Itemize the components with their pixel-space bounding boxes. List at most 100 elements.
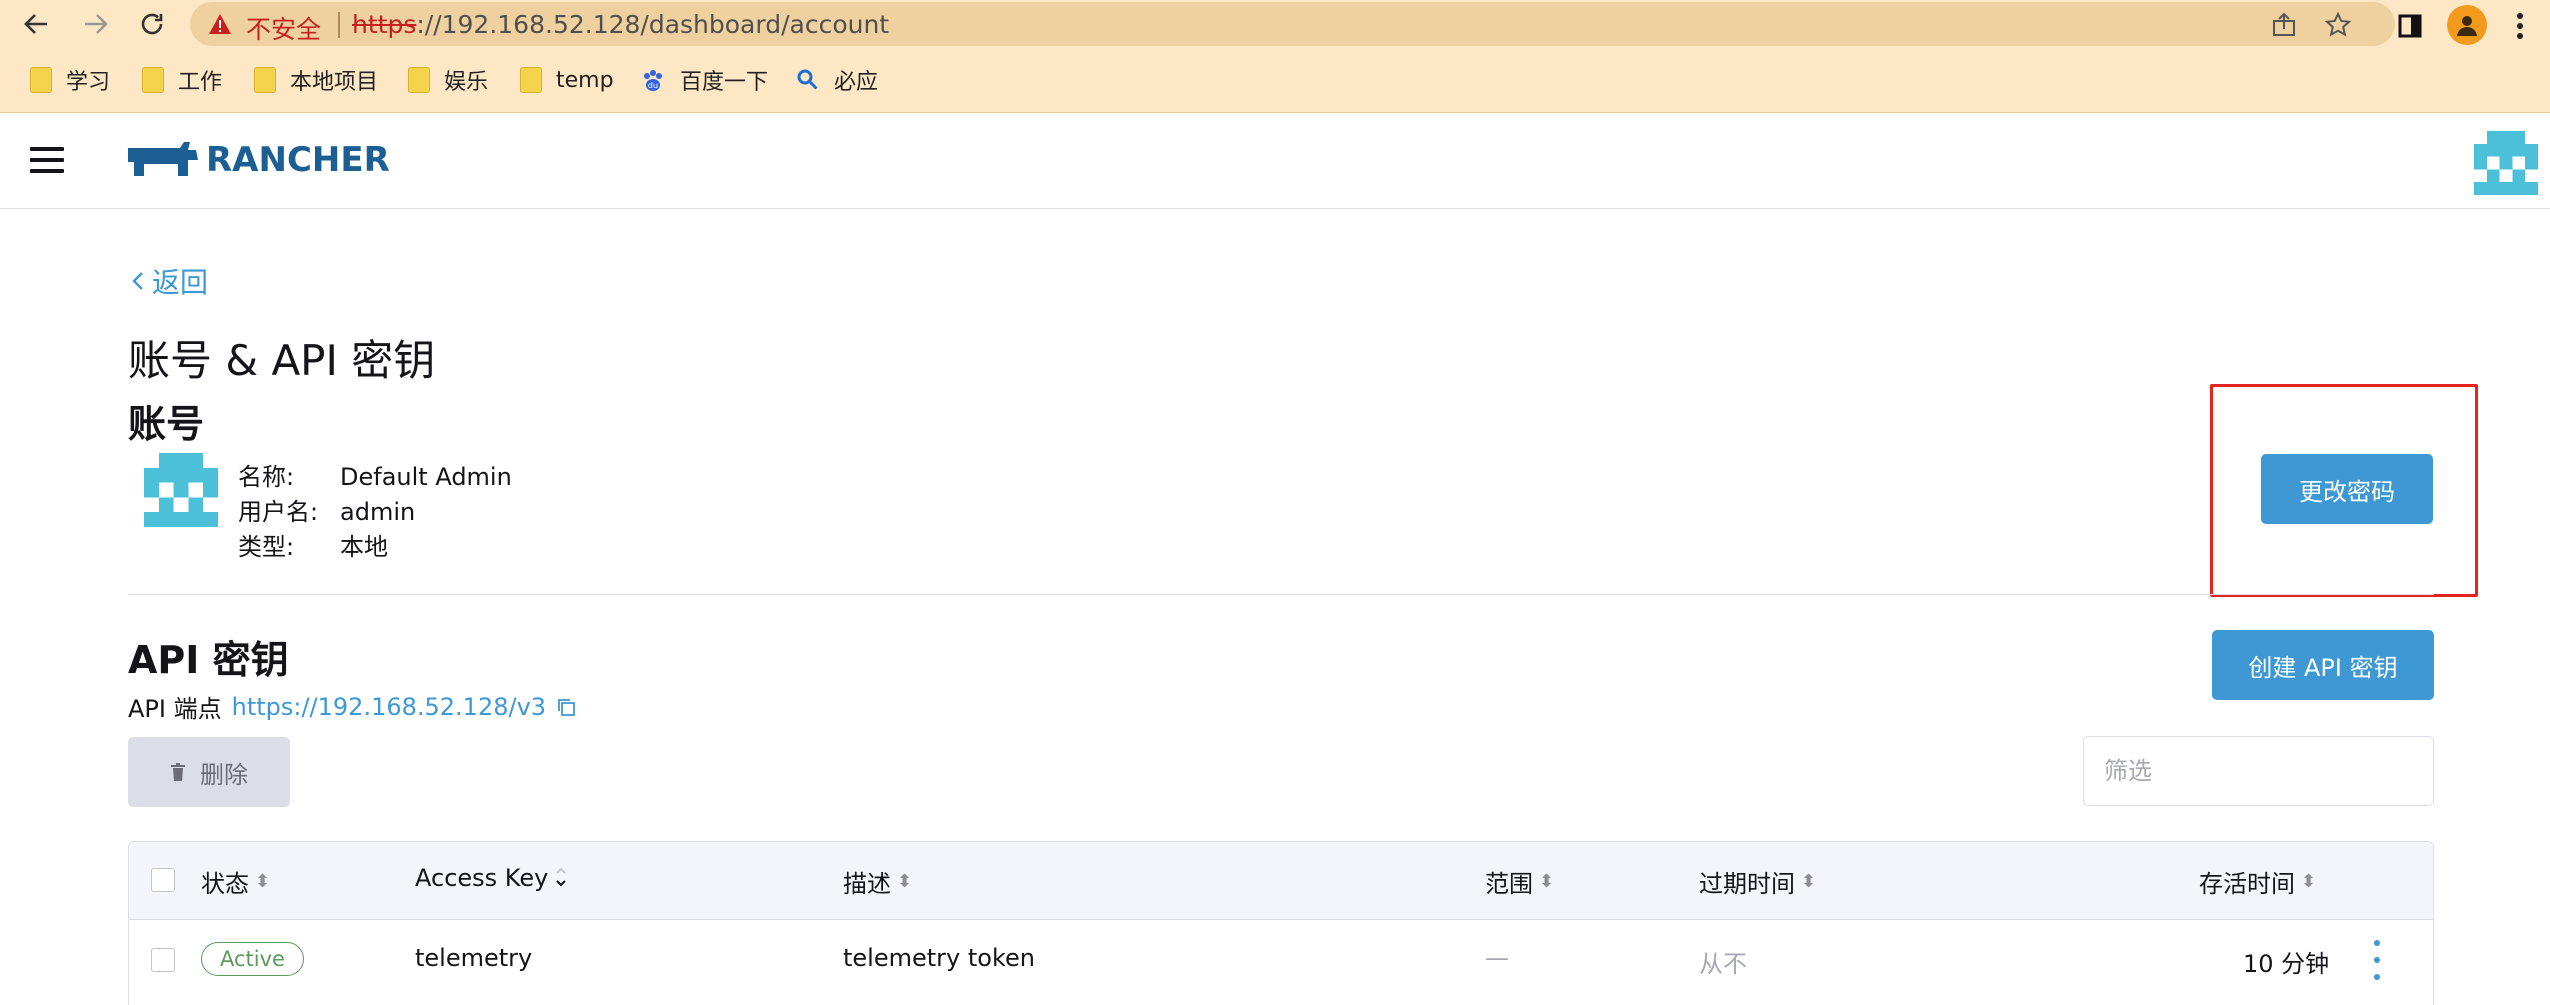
chevron-left-icon <box>132 272 143 290</box>
account-name-row: 名称: Default Admin <box>238 457 512 492</box>
column-header-label: Access Key <box>415 864 549 892</box>
column-header-state[interactable]: 状态 ⬍ <box>201 864 270 899</box>
account-type-row: 类型: 本地 <box>238 527 388 562</box>
bookmark-local-projects[interactable]: 本地项目 <box>254 64 378 96</box>
back-arrow-icon[interactable] <box>14 4 58 44</box>
table-header: 状态 ⬍ Access Key 描述 ⬍ 范围 ⬍ 过期时间 ⬍ 存活时间 ⬍ <box>129 842 2433 920</box>
warning-triangle-icon <box>209 14 231 34</box>
bookmark-temp[interactable]: temp <box>520 64 614 96</box>
endpoint-link[interactable]: https://192.168.52.128/v3 <box>232 693 546 721</box>
back-link[interactable]: 返回 <box>132 261 208 301</box>
url-rest: ://192.168.52.128/dashboard/account <box>416 10 890 39</box>
section-divider <box>128 594 2434 595</box>
hamburger-menu-icon[interactable] <box>30 147 64 173</box>
bookmark-bing[interactable]: 必应 <box>796 64 878 96</box>
back-label: 返回 <box>152 266 209 299</box>
folder-icon <box>520 67 542 93</box>
table-row: Active telemetry telemetry token — 从不 10… <box>129 920 2433 1002</box>
username-label: 用户名: <box>238 498 319 526</box>
change-password-button[interactable]: 更改密码 <box>2261 454 2433 524</box>
folder-icon <box>254 67 276 93</box>
bookmark-label: 百度一下 <box>680 70 769 95</box>
column-header-scope[interactable]: 范围 ⬍ <box>1485 864 1554 899</box>
bookmark-study[interactable]: 学习 <box>30 64 110 96</box>
account-page: 返回 账号 & API 密钥 账号 名称: Default Admin 用户名: a… <box>0 209 2550 1005</box>
create-api-key-button[interactable]: 创建 API 密钥 <box>2212 630 2434 700</box>
row-actions-kebab-icon[interactable] <box>2372 940 2382 980</box>
column-header-label: 过期时间 <box>1699 870 1795 898</box>
side-panel-icon[interactable] <box>2390 6 2430 46</box>
bookmark-entertainment[interactable]: 娱乐 <box>408 64 488 96</box>
column-header-age[interactable]: 存活时间 ⬍ <box>2199 864 2316 899</box>
copy-icon[interactable] <box>556 697 576 717</box>
api-keys-section-title: API 密钥 <box>128 638 289 682</box>
column-header-access-key[interactable]: Access Key <box>415 864 568 892</box>
api-keys-table: 状态 ⬍ Access Key 描述 ⬍ 范围 ⬍ 过期时间 ⬍ 存活时间 ⬍ <box>128 841 2434 1005</box>
address-bar[interactable]: 不安全 https://192.168.52.128/dashboard/acc… <box>190 2 2395 46</box>
url-scheme: https <box>352 10 417 39</box>
name-value: Default Admin <box>340 463 512 491</box>
bookmark-baidu[interactable]: du 百度一下 <box>640 64 768 96</box>
url-text[interactable]: https://192.168.52.128/dashboard/account <box>352 10 889 39</box>
sort-icon: ⬍ <box>2301 871 2317 892</box>
expires-cell: 从不 <box>1699 950 1747 978</box>
delete-button[interactable]: 删除 <box>128 737 290 807</box>
browser-toolbar: 不安全 https://192.168.52.128/dashboard/acc… <box>0 0 2550 113</box>
app-header: RANCHER <box>0 113 2550 209</box>
bookmark-label: 工作 <box>178 70 223 95</box>
column-header-expires[interactable]: 过期时间 ⬍ <box>1699 864 1816 899</box>
name-label: 名称: <box>238 463 295 491</box>
endpoint-label: API 端点 <box>128 695 222 723</box>
baidu-paw-icon: du <box>644 70 662 91</box>
column-header-label: 存活时间 <box>2199 870 2295 898</box>
reload-icon[interactable] <box>130 4 174 44</box>
logo-text: RANCHER <box>206 140 390 180</box>
column-header-description[interactable]: 描述 ⬍ <box>843 864 912 899</box>
trash-icon <box>171 763 185 781</box>
rancher-logo[interactable]: RANCHER <box>122 137 390 183</box>
sort-icon: ⬍ <box>1539 871 1555 892</box>
sort-icon: ⬍ <box>255 871 271 892</box>
column-header-label: 范围 <box>1485 870 1533 898</box>
account-username-row: 用户名: admin <box>238 492 415 527</box>
page-title: 账号 & API 密钥 <box>128 336 436 385</box>
description-cell: telemetry token <box>843 944 1035 972</box>
sort-down-icon <box>556 868 567 887</box>
type-value: 本地 <box>340 533 388 561</box>
sort-icon: ⬍ <box>897 871 913 892</box>
user-avatar-icon[interactable] <box>2474 131 2538 195</box>
column-header-label: 描述 <box>843 870 891 898</box>
access-key-cell: telemetry <box>415 944 533 972</box>
scope-cell: — <box>1485 944 1509 972</box>
browser-menu-icon[interactable] <box>2500 6 2540 46</box>
account-avatar-icon <box>144 453 218 527</box>
column-header-label: 状态 <box>201 870 249 898</box>
insecure-label: 不安全 <box>246 15 322 44</box>
type-label: 类型: <box>238 533 295 561</box>
rancher-cow-icon <box>128 142 198 176</box>
status-badge: Active <box>201 942 304 976</box>
bookmark-label: 学习 <box>66 70 111 95</box>
bookmarks-bar: 学习 工作 本地项目 娱乐 temp du 百度一下 必应 <box>0 58 2550 102</box>
select-all-checkbox[interactable] <box>151 868 175 892</box>
api-endpoint-row: API 端点 https://192.168.52.128/v3 <box>128 689 576 724</box>
row-checkbox[interactable] <box>151 948 175 972</box>
bookmark-label: 必应 <box>834 70 879 95</box>
sort-icon: ⬍ <box>1801 871 1817 892</box>
bookmark-work[interactable]: 工作 <box>142 64 222 96</box>
folder-icon <box>30 67 52 93</box>
bookmark-label: 娱乐 <box>444 70 489 95</box>
forward-arrow-icon[interactable] <box>74 4 118 44</box>
bookmark-star-icon[interactable] <box>2324 12 2352 38</box>
username-value: admin <box>340 498 416 526</box>
bookmark-label: 本地项目 <box>290 70 379 95</box>
address-separator <box>338 12 340 38</box>
profile-avatar-icon[interactable] <box>2447 5 2487 45</box>
age-cell: 10 分钟 <box>2243 950 2330 978</box>
svg-text:du: du <box>648 81 658 90</box>
folder-icon <box>408 67 430 93</box>
filter-input[interactable] <box>2083 736 2434 806</box>
bookmark-label: temp <box>556 67 614 93</box>
folder-icon <box>142 67 164 93</box>
share-icon[interactable] <box>2270 12 2298 38</box>
